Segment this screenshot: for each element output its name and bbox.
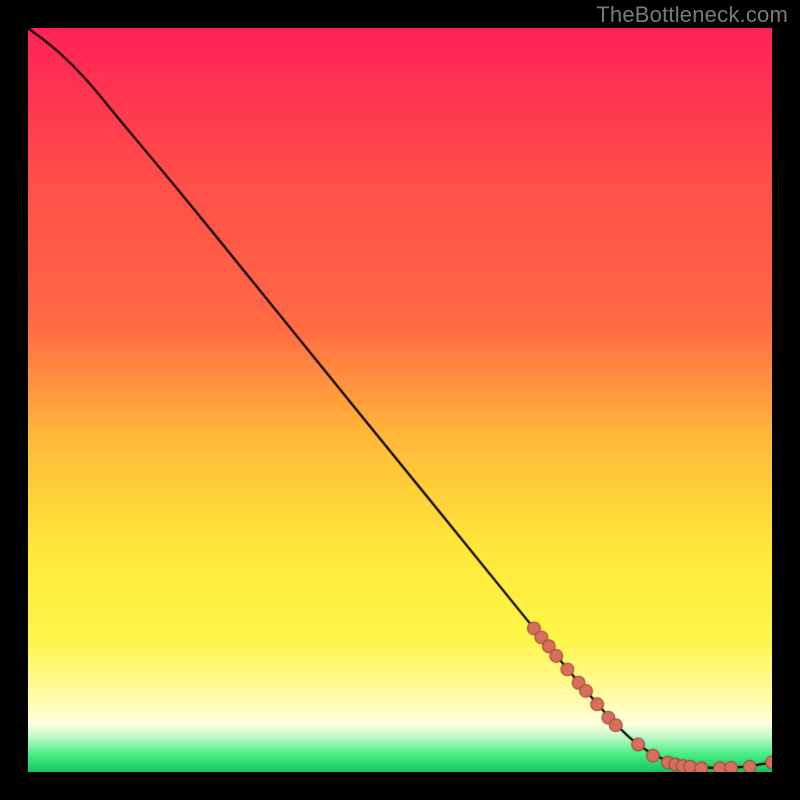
chart-frame: TheBottleneck.com	[0, 0, 800, 800]
plot-area	[28, 28, 772, 772]
attribution-text: TheBottleneck.com	[596, 2, 788, 28]
chart-canvas	[28, 28, 772, 772]
